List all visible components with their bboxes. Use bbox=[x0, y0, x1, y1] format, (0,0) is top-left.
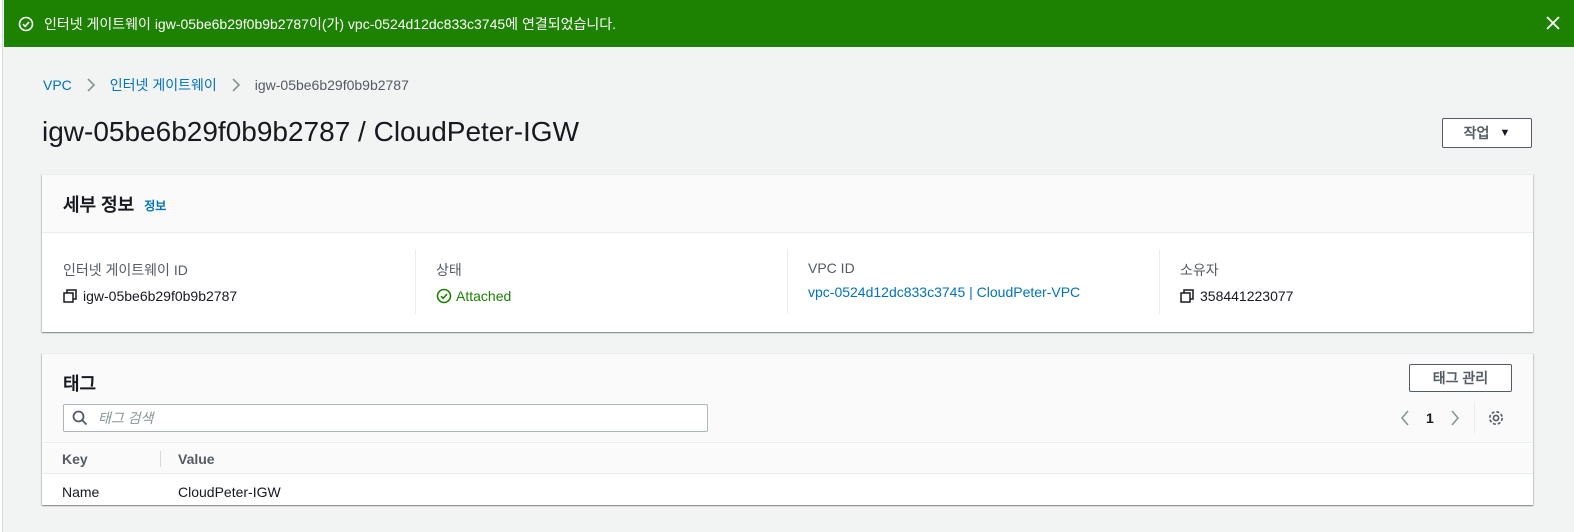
side-nav-edge bbox=[0, 0, 3, 532]
column-separator bbox=[160, 451, 161, 467]
flash-message: 인터넷 게이트웨이 igw-05be6b29f0b9b2787이(가) vpc-… bbox=[44, 15, 616, 32]
tag-search-field[interactable] bbox=[63, 404, 708, 432]
tag-search-input[interactable] bbox=[98, 410, 678, 426]
detail-value: Attached bbox=[436, 288, 786, 304]
column-header-value[interactable]: Value bbox=[178, 451, 215, 467]
column-divider bbox=[1159, 249, 1160, 314]
breadcrumb-internet-gateways[interactable]: 인터넷 게이트웨이 bbox=[110, 75, 217, 95]
igw-id-value: igw-05be6b29f0b9b2787 bbox=[83, 288, 238, 304]
vpc-id-link[interactable]: vpc-0524d12dc833c3745 | CloudPeter-VPC bbox=[808, 284, 1158, 300]
copy-icon[interactable] bbox=[1180, 289, 1194, 303]
chevron-right-icon bbox=[231, 78, 241, 92]
column-header-key[interactable]: Key bbox=[62, 451, 88, 467]
chevron-right-icon bbox=[86, 78, 96, 92]
search-icon bbox=[72, 410, 88, 426]
manage-tags-button[interactable]: 태그 관리 bbox=[1409, 364, 1512, 392]
tags-panel: 태그 태그 관리 1 Key Value Name Cloud bbox=[42, 353, 1533, 505]
info-link[interactable]: 정보 bbox=[144, 197, 166, 214]
tags-title: 태그 bbox=[63, 374, 97, 394]
details-header: 세부 정보 정보 bbox=[42, 175, 1533, 233]
column-divider bbox=[787, 249, 788, 314]
page-title: igw-05be6b29f0b9b2787 / CloudPeter-IGW bbox=[42, 116, 580, 147]
actions-dropdown-button[interactable]: 작업 ▼ bbox=[1442, 118, 1532, 148]
tag-key-cell: Name bbox=[62, 484, 100, 500]
detail-owner: 소유자 358441223077 bbox=[1159, 249, 1510, 314]
pagination: 1 bbox=[1396, 402, 1505, 434]
detail-label: VPC ID bbox=[808, 260, 855, 276]
detail-value: 358441223077 bbox=[1180, 288, 1510, 304]
detail-igw-id: 인터넷 게이트웨이 ID igw-05be6b29f0b9b2787 bbox=[63, 249, 413, 314]
owner-value: 358441223077 bbox=[1200, 288, 1294, 304]
copy-icon[interactable] bbox=[63, 289, 77, 303]
tag-value-cell: CloudPeter-IGW bbox=[178, 484, 281, 500]
detail-value: igw-05be6b29f0b9b2787 bbox=[63, 288, 413, 304]
pager-divider bbox=[1473, 402, 1475, 434]
state-value: Attached bbox=[456, 288, 512, 304]
actions-label: 작업 bbox=[1463, 125, 1490, 141]
breadcrumb-vpc[interactable]: VPC bbox=[43, 77, 72, 93]
status-positive-icon bbox=[436, 288, 452, 304]
details-title: 세부 정보 bbox=[63, 194, 135, 215]
table-row: Name CloudPeter-IGW bbox=[42, 475, 1533, 506]
tags-table-header: Key Value bbox=[42, 444, 1533, 474]
page-number[interactable]: 1 bbox=[1426, 410, 1434, 426]
detail-state: 상태 Attached bbox=[415, 249, 786, 314]
detail-label: 인터넷 게이트웨이 ID bbox=[63, 262, 188, 278]
tags-header: 태그 태그 관리 1 bbox=[42, 354, 1533, 443]
details-columns: 인터넷 게이트웨이 ID igw-05be6b29f0b9b2787 상태 At… bbox=[42, 249, 1533, 314]
detail-vpc-id: VPC ID vpc-0524d12dc833c3745 | CloudPete… bbox=[787, 249, 1158, 314]
close-icon[interactable] bbox=[1544, 14, 1562, 32]
detail-label: 상태 bbox=[436, 262, 462, 278]
gear-icon[interactable] bbox=[1487, 409, 1505, 427]
check-circle-icon bbox=[18, 16, 34, 32]
breadcrumb-current: igw-05be6b29f0b9b2787 bbox=[254, 77, 409, 93]
breadcrumb: VPC 인터넷 게이트웨이 igw-05be6b29f0b9b2787 bbox=[43, 75, 409, 95]
detail-label: 소유자 bbox=[1180, 262, 1219, 278]
flash-success-banner: 인터넷 게이트웨이 igw-05be6b29f0b9b2787이(가) vpc-… bbox=[4, 0, 1574, 47]
chevron-right-icon[interactable] bbox=[1446, 409, 1464, 427]
caret-down-icon: ▼ bbox=[1499, 127, 1511, 139]
chevron-left-icon[interactable] bbox=[1396, 409, 1414, 427]
details-panel: 세부 정보 정보 인터넷 게이트웨이 ID igw-05be6b29f0b9b2… bbox=[42, 174, 1533, 332]
column-divider bbox=[415, 249, 416, 314]
